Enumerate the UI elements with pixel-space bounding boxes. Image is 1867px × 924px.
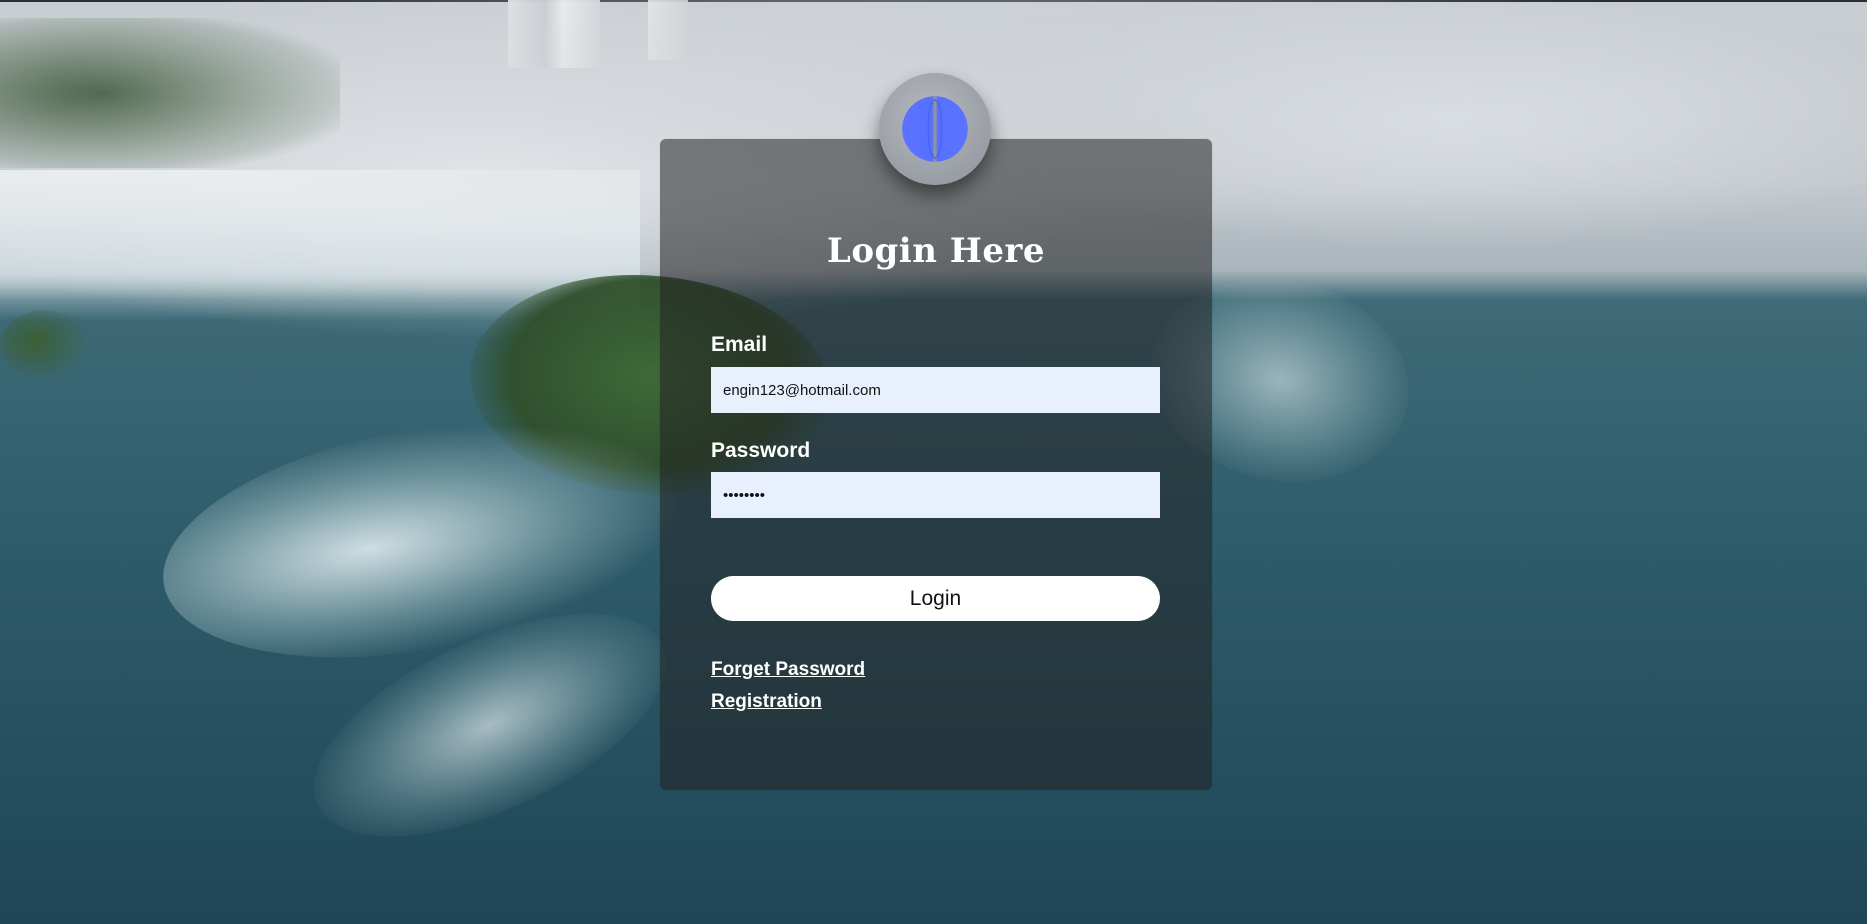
login-avatar [879,73,991,185]
email-label: Email [711,333,768,356]
email-field[interactable] [711,367,1160,413]
book-icon [902,96,968,162]
password-field[interactable] [711,472,1160,518]
login-button[interactable]: Login [711,576,1160,621]
login-title: Login Here [826,231,1046,271]
background-island-left [0,310,90,380]
password-label: Password [711,439,811,462]
registration-link[interactable]: Registration [711,692,822,711]
forgot-password-link[interactable]: Forget Password [711,660,865,679]
